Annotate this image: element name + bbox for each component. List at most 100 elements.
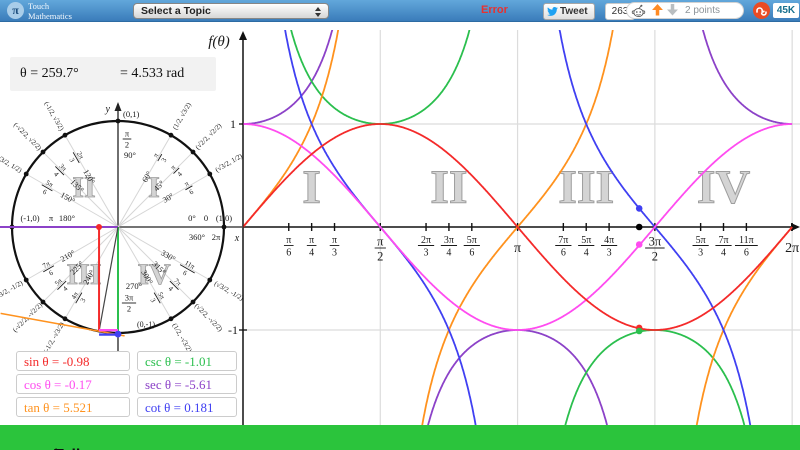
circle-y-label: y <box>105 104 111 115</box>
angle-coord-label-150: (-√3/2, 1/2) <box>0 151 24 174</box>
svg-text:4: 4 <box>584 248 589 259</box>
angle-rad-label-135: 3π4 <box>49 160 70 181</box>
svg-text:6: 6 <box>286 248 291 259</box>
graph-quadrant-I: I <box>302 161 321 214</box>
svg-text:3: 3 <box>332 248 337 259</box>
svg-text:3π: 3π <box>444 235 454 246</box>
svg-text:90°: 90° <box>124 150 136 160</box>
graph-marker-theta-axis[interactable] <box>636 224 643 231</box>
svg-text:(-√3/2, -1/2): (-√3/2, -1/2) <box>0 279 25 304</box>
svg-text:2: 2 <box>377 250 383 264</box>
svg-text:3: 3 <box>698 248 703 259</box>
svg-text:(-√2/2, √2/2): (-√2/2, √2/2) <box>12 121 44 153</box>
svg-text:(√3/2, 1/2): (√3/2, 1/2) <box>214 152 244 174</box>
svg-text:π: π <box>514 241 521 256</box>
pi-logo-icon[interactable]: π <box>7 2 24 19</box>
svg-text:270°: 270° <box>126 281 142 291</box>
angle-coord-label-45: (√2/2, √2/2) <box>194 121 224 151</box>
graph-quadrant-II: II <box>430 161 467 214</box>
y-axis-arrow <box>239 31 247 40</box>
angle-rad-label-30: π6 <box>181 178 197 197</box>
svg-text:π: π <box>286 235 291 246</box>
error-text: Error <box>481 4 508 16</box>
angle-coord-label-120: (-1/2, √3/2) <box>42 100 65 132</box>
angle-coord-label-210: (-√3/2, -1/2) <box>0 279 25 304</box>
svg-text:6: 6 <box>188 188 195 197</box>
svg-text:2: 2 <box>127 304 131 314</box>
svg-text:3: 3 <box>607 248 612 259</box>
svg-text:-1: -1 <box>228 323 238 337</box>
stumbleupon-icon[interactable] <box>753 2 770 19</box>
value-box-cot: cot θ = 0.181 <box>137 397 237 417</box>
svg-text:π: π <box>377 235 384 249</box>
value-text-sec: sec θ = -5.61 <box>145 377 212 392</box>
twitter-bird-icon <box>547 7 558 16</box>
angle-rad-label-240: 4π3 <box>68 288 89 307</box>
select-stepper-icon <box>315 7 322 17</box>
svg-text:6: 6 <box>469 248 474 259</box>
svg-text:(-1,0): (-1,0) <box>20 213 39 223</box>
angle-coord-label-300: (1/2, -√3/2) <box>170 322 193 354</box>
upvote-icon[interactable] <box>652 4 663 16</box>
angle-rad-label-120: 2π3 <box>65 148 86 167</box>
comments-bar[interactable]: Talk about this topic | <box>0 425 800 450</box>
angle-rad-label-210: 7π6 <box>39 258 58 279</box>
topic-select-label: Select a Topic <box>141 5 211 17</box>
svg-text:0°: 0° <box>188 213 196 223</box>
svg-text:4: 4 <box>446 248 451 259</box>
theta-readout: θ = 259.7° = 4.533 rad <box>10 57 216 91</box>
graph-marker-cot[interactable] <box>636 205 643 212</box>
svg-text:4: 4 <box>721 248 726 259</box>
svg-text:0: 0 <box>204 213 208 223</box>
topic-select-dropdown[interactable]: Select a Topic <box>133 3 329 19</box>
svg-text:5π: 5π <box>581 235 591 246</box>
svg-text:5π: 5π <box>696 235 706 246</box>
svg-text:2π: 2π <box>212 232 221 242</box>
graph-marker-cos[interactable] <box>636 241 643 248</box>
value-box-sec: sec θ = -5.61 <box>137 374 237 394</box>
angle-rad-label-60: π3 <box>150 150 169 166</box>
logo-line2: Mathematics <box>28 11 72 21</box>
svg-text:(-1/2, √3/2): (-1/2, √3/2) <box>42 100 65 132</box>
svg-text:6: 6 <box>744 248 749 259</box>
svg-text:7π: 7π <box>718 235 728 246</box>
svg-text:3: 3 <box>160 156 169 163</box>
svg-text:7π: 7π <box>558 235 568 246</box>
downvote-icon[interactable] <box>667 4 678 16</box>
angle-rad-label-45: π4 <box>167 162 185 180</box>
svg-text:1: 1 <box>230 117 236 131</box>
tweet-button[interactable]: Tweet <box>543 3 595 20</box>
svg-text:3: 3 <box>79 296 88 303</box>
graph-quadrant-IV: IV <box>697 161 751 214</box>
angle-coord-label-30: (√3/2, 1/2) <box>214 152 244 174</box>
header-bar: π Touch Mathematics Select a Topic Error… <box>0 0 800 22</box>
reddit-alien-icon[interactable] <box>631 4 646 18</box>
svg-text:(√2/2, -√2/2): (√2/2, -√2/2) <box>193 302 225 334</box>
svg-text:π: π <box>49 213 54 223</box>
svg-text:(-√2/2, -√2/2): (-√2/2, -√2/2) <box>11 301 44 334</box>
svg-text:(1/2, √3/2): (1/2, √3/2) <box>171 101 193 131</box>
value-box-sin: sin θ = -0.98 <box>16 351 130 371</box>
circle-point-dot[interactable] <box>115 331 122 338</box>
value-box-tan: tan θ = 5.521 <box>16 397 130 417</box>
reddit-widget: 2 points <box>626 2 744 19</box>
svg-text:6: 6 <box>48 269 55 278</box>
svg-text:2: 2 <box>125 140 129 150</box>
svg-text:3: 3 <box>424 248 429 259</box>
touch-mathematics-app: IIIIIIIVf(θ)1-1π6π4π3π22π33π45π6π7π65π44… <box>0 0 800 450</box>
circle-cos-dot[interactable] <box>96 224 102 230</box>
angle-deg-label-30: 30° <box>161 191 175 204</box>
svg-text:3π: 3π <box>649 235 662 249</box>
graph-marker-csc[interactable] <box>636 328 643 335</box>
svg-text:180°: 180° <box>59 213 75 223</box>
share-count[interactable]: 45K <box>773 3 799 18</box>
svg-text:6: 6 <box>41 188 48 197</box>
svg-text:2: 2 <box>652 250 658 264</box>
svg-text:(√2/2, √2/2): (√2/2, √2/2) <box>194 121 224 151</box>
svg-text:π: π <box>309 235 314 246</box>
value-box-csc: csc θ = -1.01 <box>137 351 237 371</box>
logo-line1: Touch <box>28 1 72 11</box>
logo-text[interactable]: Touch Mathematics <box>28 1 72 21</box>
circle-x-label: x <box>234 233 240 244</box>
svg-text:5π: 5π <box>467 235 477 246</box>
